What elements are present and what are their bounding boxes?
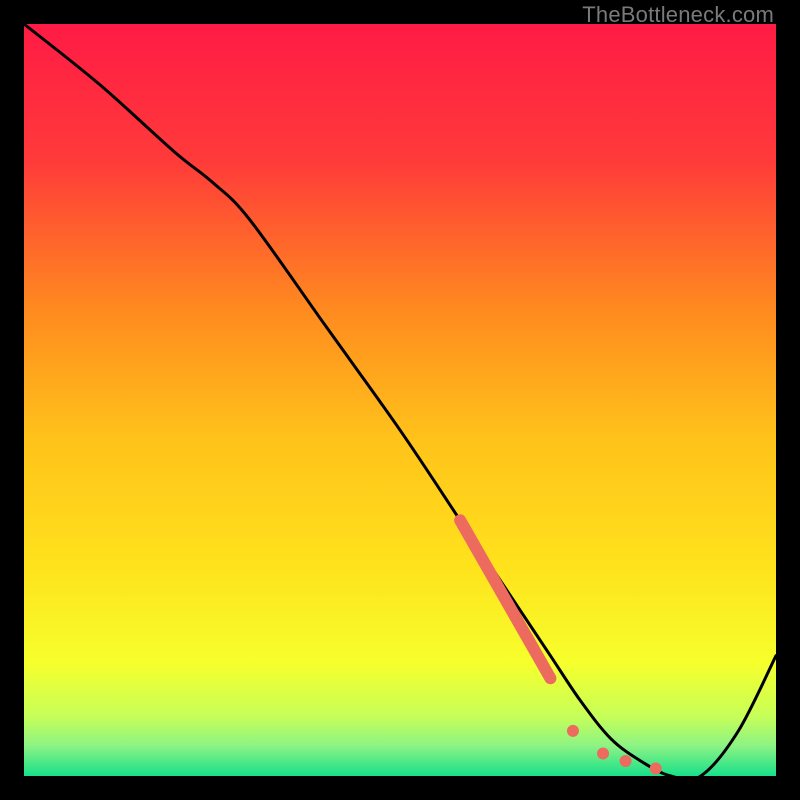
dot-3 [620, 755, 632, 767]
chart-frame [24, 24, 776, 776]
dot-2 [597, 747, 609, 759]
bottleneck-chart [24, 24, 776, 776]
gradient-background [24, 24, 776, 776]
dot-4 [650, 762, 662, 774]
dot-1 [567, 725, 579, 737]
